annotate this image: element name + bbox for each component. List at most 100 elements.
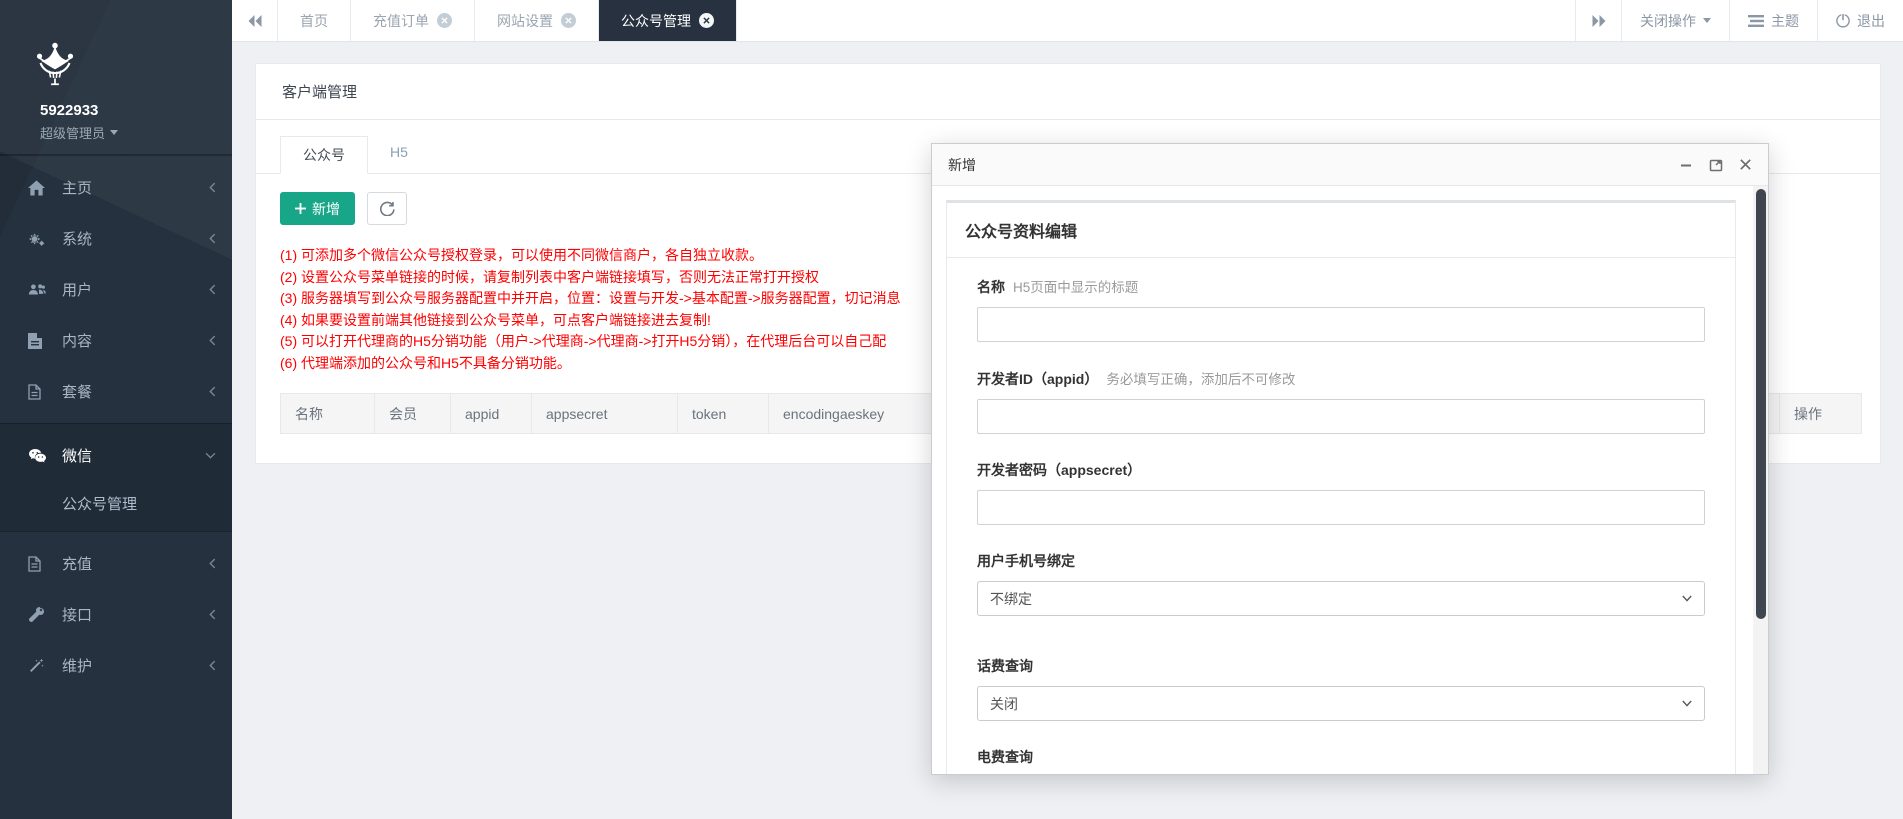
scroll-tabs-right-button[interactable]: [1575, 0, 1621, 41]
angle-left-icon: [209, 609, 216, 620]
col-token: token: [678, 394, 769, 434]
sidebar-item-system[interactable]: 系统: [0, 213, 232, 264]
sidebar-item-maintenance[interactable]: 维护: [0, 640, 232, 691]
tab-official-account[interactable]: 公众号: [280, 136, 368, 174]
double-angle-right-icon: [1592, 15, 1606, 27]
sidebar-subitem-label: 公众号管理: [62, 493, 137, 514]
close-icon[interactable]: [1739, 158, 1752, 171]
maximize-icon[interactable]: [1709, 158, 1723, 172]
add-button[interactable]: 新增: [280, 192, 355, 225]
page-title: 客户端管理: [256, 64, 1880, 120]
top-tab-bar: 首页 充值订单 网站设置 公众号管理 关闭操作 主题 退出: [232, 0, 1903, 42]
file-icon: [28, 333, 50, 349]
minimize-icon[interactable]: [1679, 158, 1693, 172]
panel-tab-label: 公众号: [303, 147, 345, 163]
plus-icon: [295, 203, 306, 214]
magic-icon: [28, 658, 50, 674]
field-label-electric-bill-query: 电费查询: [977, 747, 1705, 767]
angle-left-icon: [209, 284, 216, 295]
sidebar-item-users[interactable]: 用户: [0, 264, 232, 315]
sidebar-item-label: 维护: [62, 655, 92, 676]
label-text: 名称: [977, 279, 1005, 295]
field-label-phone-bill-query: 话费查询: [977, 656, 1705, 676]
label-text: 话费查询: [977, 658, 1033, 674]
col-appid: appid: [451, 394, 532, 434]
tab-official-account-management[interactable]: 公众号管理: [599, 0, 737, 41]
tab-home[interactable]: 首页: [278, 0, 351, 41]
sidebar-item-recharge[interactable]: 充值: [0, 538, 232, 589]
sidebar-item-packages[interactable]: 套餐: [0, 366, 232, 417]
home-icon: [28, 180, 50, 196]
tab-close-icon[interactable]: [437, 13, 452, 28]
caret-down-icon: [1703, 18, 1711, 23]
appsecret-input[interactable]: [977, 490, 1705, 525]
sidebar-subitem-official-account[interactable]: 公众号管理: [0, 481, 232, 525]
theme-bars-icon: [1748, 15, 1764, 27]
select-value: 关闭: [990, 694, 1018, 714]
dialog-header[interactable]: 新增: [932, 144, 1768, 186]
scrollbar-thumb[interactable]: [1756, 189, 1766, 619]
scroll-tabs-left-button[interactable]: [232, 0, 278, 41]
field-label-appsecret: 开发者密码（appsecret）: [977, 460, 1705, 480]
sidebar-item-label: 微信: [62, 445, 92, 466]
field-label-phone-binding: 用户手机号绑定: [977, 551, 1705, 571]
label-text: 开发者密码（appsecret）: [977, 462, 1141, 478]
logout-button[interactable]: 退出: [1817, 0, 1903, 41]
sidebar-item-wechat[interactable]: 微信: [0, 430, 232, 481]
users-icon: [28, 282, 50, 297]
sidebar-item-label: 充值: [62, 553, 92, 574]
sign-out-icon: [1836, 14, 1850, 28]
file-invoice-icon: [28, 556, 50, 572]
add-button-label: 新增: [312, 199, 340, 219]
app-logo: 5922933 超级管理员: [0, 0, 232, 154]
col-member: 会员: [375, 394, 451, 434]
fieldset-title: 公众号资料编辑: [947, 203, 1735, 258]
sidebar-item-home[interactable]: 主页: [0, 162, 232, 213]
tab-close-icon[interactable]: [699, 13, 714, 28]
account-edit-fieldset: 公众号资料编辑 名称 H5页面中显示的标题 开发者ID（appid） 务必填写正确，…: [946, 200, 1736, 774]
phone-binding-select[interactable]: 不绑定: [977, 581, 1705, 616]
tab-h5[interactable]: H5: [368, 136, 430, 173]
tab-label: 充值订单: [373, 11, 429, 31]
select-value: 不绑定: [990, 589, 1032, 609]
name-input[interactable]: [977, 307, 1705, 342]
col-name: 名称: [281, 394, 375, 434]
label-text: 开发者ID（appid）: [977, 371, 1098, 387]
sidebar-item-api[interactable]: 接口: [0, 589, 232, 640]
wrench-icon: [28, 607, 50, 623]
angle-down-icon: [205, 452, 216, 459]
close-operations-dropdown[interactable]: 关闭操作: [1621, 0, 1729, 41]
sidebar: 5922933 超级管理员 主页 系统 用户: [0, 0, 232, 819]
tab-site-settings[interactable]: 网站设置: [475, 0, 599, 41]
dialog-body: 公众号资料编辑 名称 H5页面中显示的标题 开发者ID（appid） 务必填写正确，…: [932, 186, 1768, 774]
label-hint: 务必填写正确，添加后不可修改: [1106, 372, 1295, 387]
user-role-label: 超级管理员: [40, 123, 105, 142]
angle-left-icon: [209, 660, 216, 671]
tab-close-icon[interactable]: [561, 13, 576, 28]
phone-bill-query-select[interactable]: 关闭: [977, 686, 1705, 721]
label-hint: H5页面中显示的标题: [1013, 280, 1138, 295]
logout-label: 退出: [1857, 11, 1885, 31]
tab-recharge-orders[interactable]: 充值订单: [351, 0, 475, 41]
theme-button[interactable]: 主题: [1729, 0, 1817, 41]
angle-left-icon: [209, 386, 216, 397]
appid-input[interactable]: [977, 399, 1705, 434]
close-operations-label: 关闭操作: [1640, 11, 1696, 31]
sidebar-item-label: 接口: [62, 604, 92, 625]
angle-left-icon: [209, 182, 216, 193]
label-text: 电费查询: [977, 749, 1033, 765]
double-angle-left-icon: [248, 15, 262, 27]
theme-label: 主题: [1771, 11, 1799, 31]
add-dialog: 新增 公众号资料编辑 名称 H5页面中显示的标题 开发者ID（appid） 务必填写…: [931, 143, 1769, 775]
field-label-appid: 开发者ID（appid） 务必填写正确，添加后不可修改: [977, 368, 1705, 389]
label-text: 用户手机号绑定: [977, 553, 1075, 569]
sidebar-item-content[interactable]: 内容: [0, 315, 232, 366]
sidebar-item-label: 内容: [62, 330, 92, 351]
dialog-scrollbar[interactable]: [1753, 186, 1768, 774]
field-label-name: 名称 H5页面中显示的标题: [977, 276, 1705, 297]
user-role-dropdown[interactable]: 超级管理员: [26, 119, 232, 154]
sidebar-item-label: 用户: [62, 279, 92, 300]
sidebar-menu: 主页 系统 用户 内容 套餐: [0, 154, 232, 697]
refresh-button[interactable]: [367, 192, 407, 225]
angle-left-icon: [209, 233, 216, 244]
